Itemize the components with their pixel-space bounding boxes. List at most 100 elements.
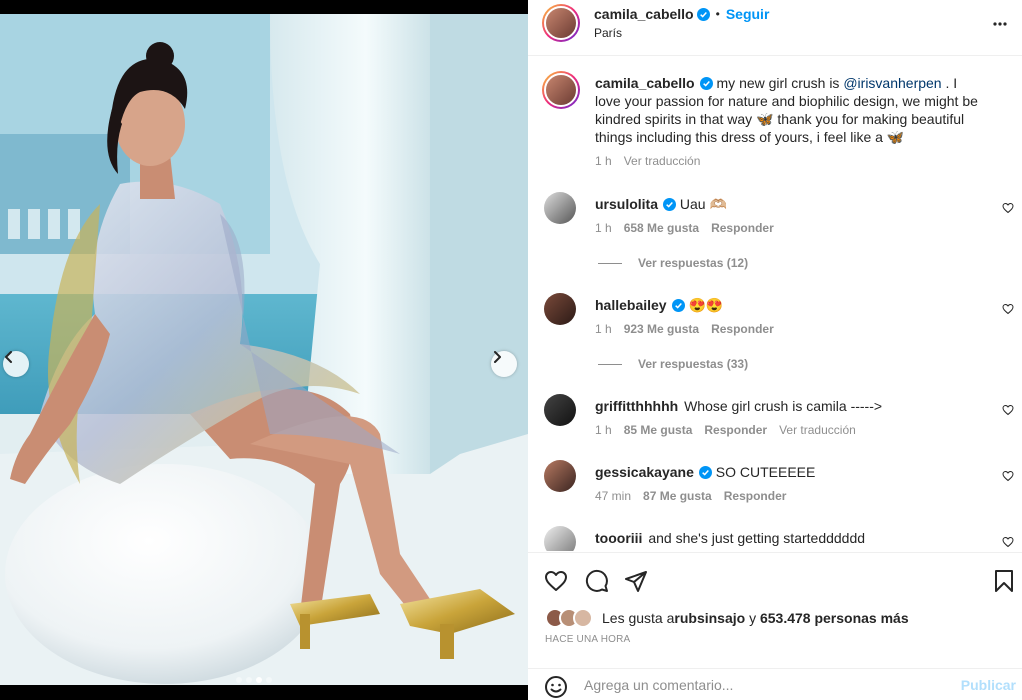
- comment-body: Whose girl crush is camila ----->: [684, 398, 883, 414]
- post-photo: [0, 14, 528, 685]
- caption-avatar[interactable]: [544, 73, 578, 107]
- caption-body-start: my new girl crush is: [716, 75, 844, 91]
- reply-button[interactable]: Responder: [711, 221, 774, 235]
- comment-meta: 1 h 923 Me gusta Responder: [595, 322, 774, 336]
- view-replies-label: Ver respuestas (33): [638, 357, 749, 371]
- caption-mention[interactable]: @irisvanherpen: [843, 75, 941, 91]
- carousel-dot: [266, 677, 272, 683]
- heart-icon[interactable]: [1002, 536, 1014, 548]
- bookmark-icon[interactable]: [993, 569, 1015, 593]
- likes-summary[interactable]: Les gusta a rubsinsajo y 653.478 persona…: [545, 608, 909, 628]
- author-username[interactable]: camila_cabello: [594, 6, 694, 22]
- comment-meta: 47 min 87 Me gusta Responder: [595, 489, 786, 503]
- heart-icon[interactable]: [1002, 470, 1014, 482]
- comment-likes[interactable]: 85 Me gusta: [624, 423, 693, 437]
- commenter-avatar[interactable]: [544, 460, 576, 492]
- verified-icon: [663, 198, 677, 211]
- heart-icon[interactable]: [1002, 303, 1014, 315]
- comment-meta: 1 h 85 Me gusta Responder Ver traducción: [595, 423, 856, 437]
- carousel-dot: [246, 677, 252, 683]
- instagram-post-modal: camila_cabello • Seguir París camila_cab…: [0, 0, 1022, 700]
- caption-time: 1 h: [595, 154, 612, 168]
- comment-time: 1 h: [595, 322, 612, 336]
- share-icon[interactable]: [624, 569, 648, 593]
- comment-text: griffitthhhhh Whose girl crush is camila…: [595, 397, 980, 415]
- comment-text: hallebailey 😍😍: [595, 296, 980, 314]
- heart-icon[interactable]: [1002, 404, 1014, 416]
- emoji-icon[interactable]: [544, 675, 568, 699]
- comment-text: ursulolita Uau 🫶🏼: [595, 195, 980, 213]
- comment-text: toooriii and she's just getting startedd…: [595, 529, 980, 547]
- reply-button[interactable]: Responder: [724, 489, 787, 503]
- comment-likes[interactable]: 658 Me gusta: [624, 221, 699, 235]
- translate-link[interactable]: Ver traducción: [779, 423, 856, 437]
- caption-text: camila_cabello my new girl crush is @iri…: [595, 74, 980, 146]
- verified-icon: [699, 77, 713, 90]
- caption-translate-link[interactable]: Ver traducción: [624, 154, 701, 168]
- reply-button[interactable]: Responder: [711, 322, 774, 336]
- comment-body: SO CUTEEEEE: [715, 464, 816, 480]
- comment-time: 1 h: [595, 423, 612, 437]
- commenter-username[interactable]: ursulolita: [595, 196, 658, 212]
- add-comment-bar: Publicar: [528, 668, 1022, 700]
- author-line: camila_cabello • Seguir: [594, 6, 769, 22]
- comment-text: gessicakayane SO CUTEEEEE: [595, 463, 980, 481]
- comment-likes[interactable]: 87 Me gusta: [643, 489, 712, 503]
- comment-body: and she's just getting startedddddd: [648, 530, 866, 546]
- comments-list[interactable]: camila_cabello my new girl crush is @iri…: [528, 57, 1022, 551]
- likes-middle: y: [745, 610, 760, 626]
- comment-time: 1 h: [595, 221, 612, 235]
- next-slide-button[interactable]: [491, 351, 517, 377]
- commenter-avatar[interactable]: [544, 293, 576, 325]
- post-actions: [528, 552, 1022, 602]
- commenter-avatar[interactable]: [544, 394, 576, 426]
- replies-line: [598, 262, 622, 264]
- post-timestamp: HACE UNA HORA: [545, 634, 631, 645]
- post-header: camila_cabello • Seguir París: [528, 0, 1022, 56]
- commenter-username[interactable]: toooriii: [595, 530, 642, 546]
- caption-username[interactable]: camila_cabello: [595, 75, 695, 91]
- reply-button[interactable]: Responder: [704, 423, 767, 437]
- likes-user[interactable]: rubsinsajo: [674, 610, 745, 626]
- chevron-right-icon: [494, 351, 501, 363]
- comment-body: 😍😍: [688, 297, 724, 313]
- more-options-icon[interactable]: [992, 16, 1008, 32]
- verified-icon: [696, 7, 710, 21]
- view-replies-label: Ver respuestas (12): [638, 256, 749, 270]
- commenter-username[interactable]: gessicakayane: [595, 464, 694, 480]
- post-location[interactable]: París: [594, 26, 622, 40]
- likes-prefix: Les gusta a: [602, 610, 675, 626]
- follow-button[interactable]: Seguir: [726, 6, 770, 22]
- view-replies-button[interactable]: Ver respuestas (12): [598, 256, 748, 270]
- liker-avatar: [573, 608, 593, 628]
- commenter-username[interactable]: griffitthhhhh: [595, 398, 678, 414]
- previous-slide-button[interactable]: [3, 351, 29, 377]
- comment-body: Uau 🫶🏼: [679, 196, 727, 212]
- carousel-dot-active: [256, 677, 262, 683]
- likes-count[interactable]: 653.478 personas más: [760, 610, 909, 626]
- author-avatar[interactable]: [544, 6, 578, 40]
- commenter-username[interactable]: hallebailey: [595, 297, 667, 313]
- post-details-panel: camila_cabello • Seguir París camila_cab…: [528, 0, 1022, 700]
- post-media[interactable]: [0, 14, 528, 685]
- post-comment-button[interactable]: Publicar: [961, 677, 1016, 693]
- caption-meta: 1 h Ver traducción: [595, 154, 700, 168]
- heart-icon[interactable]: [544, 569, 568, 593]
- verified-icon: [698, 466, 712, 479]
- separator-dot: •: [715, 7, 720, 21]
- comment-likes[interactable]: 923 Me gusta: [624, 322, 699, 336]
- comment-meta: 1 h 658 Me gusta Responder: [595, 221, 774, 235]
- carousel-dot: [236, 677, 242, 683]
- commenter-avatar[interactable]: [544, 526, 576, 551]
- chevron-left-icon: [5, 351, 12, 363]
- comment-input[interactable]: [584, 675, 944, 695]
- replies-line: [598, 363, 622, 365]
- comment-icon[interactable]: [585, 569, 609, 593]
- view-replies-button[interactable]: Ver respuestas (33): [598, 357, 748, 371]
- carousel-indicator: [236, 677, 272, 683]
- heart-icon[interactable]: [1002, 202, 1014, 214]
- verified-icon: [671, 299, 685, 312]
- commenter-avatar[interactable]: [544, 192, 576, 224]
- comment-time: 47 min: [595, 489, 632, 503]
- liker-avatars: [545, 608, 597, 628]
